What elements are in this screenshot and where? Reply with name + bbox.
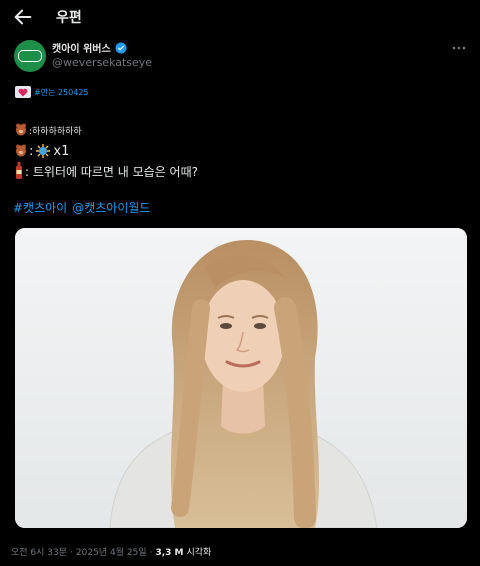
post-date[interactable]: 2025년 4월 25일 xyxy=(76,545,147,558)
verified-badge-icon xyxy=(115,42,127,53)
meta-separator: · xyxy=(149,548,153,558)
hashtags-row: #캣츠아이 @캣츠아이월드 xyxy=(13,199,150,216)
portrait-illustration xyxy=(15,228,467,528)
post-line-3: : 트위터에 따르면 내 모습은 어때? xyxy=(15,162,198,180)
page-title: 우편 xyxy=(56,10,82,26)
post-image[interactable] xyxy=(15,228,467,528)
post-line-2-text: x1 xyxy=(53,143,70,159)
meta-separator: · xyxy=(70,548,73,558)
post-line-2-prefix: : xyxy=(29,143,34,159)
avatar[interactable] xyxy=(14,40,46,72)
hashtag-link[interactable]: #캣츠아이 xyxy=(13,199,67,216)
top-bar: 우편 xyxy=(0,0,480,34)
views-count: 3,3 M xyxy=(155,548,184,558)
post-time[interactable]: 오전 6시 33분 xyxy=(11,545,67,558)
heart-icon xyxy=(15,86,31,98)
bear-emoji-icon xyxy=(16,144,26,157)
firework-emoji-icon xyxy=(36,144,51,158)
back-arrow-icon[interactable] xyxy=(12,6,34,28)
date-hashtag[interactable]: #만는 250425 xyxy=(34,87,89,98)
mention-link[interactable]: @캣츠아이월드 xyxy=(72,199,150,216)
post-meta: 오전 6시 33분 · 2025년 4월 25일 · 3,3 M 시각화 xyxy=(11,545,211,558)
post-line-3-text: : 트위터에 따르면 내 모습은 어때? xyxy=(25,164,199,179)
post-line-1: :하하하하하하 xyxy=(15,123,82,137)
author-name-row: 캣아이 위버스 xyxy=(52,40,127,55)
bottle-emoji-icon xyxy=(16,162,22,179)
author-display-name[interactable]: 캣아이 위버스 xyxy=(52,40,111,55)
author-handle[interactable]: @weversekatseye xyxy=(52,56,152,69)
views-label: 시각화 xyxy=(186,548,212,558)
more-options-icon[interactable] xyxy=(451,41,467,55)
post-line-1-text: :하하하하하하 xyxy=(29,126,82,137)
avatar-logo-icon xyxy=(18,50,42,62)
post-line-2: : x1 xyxy=(15,143,69,159)
post-tag-line: #만는 250425 xyxy=(15,86,89,98)
bear-emoji-icon xyxy=(16,123,26,136)
